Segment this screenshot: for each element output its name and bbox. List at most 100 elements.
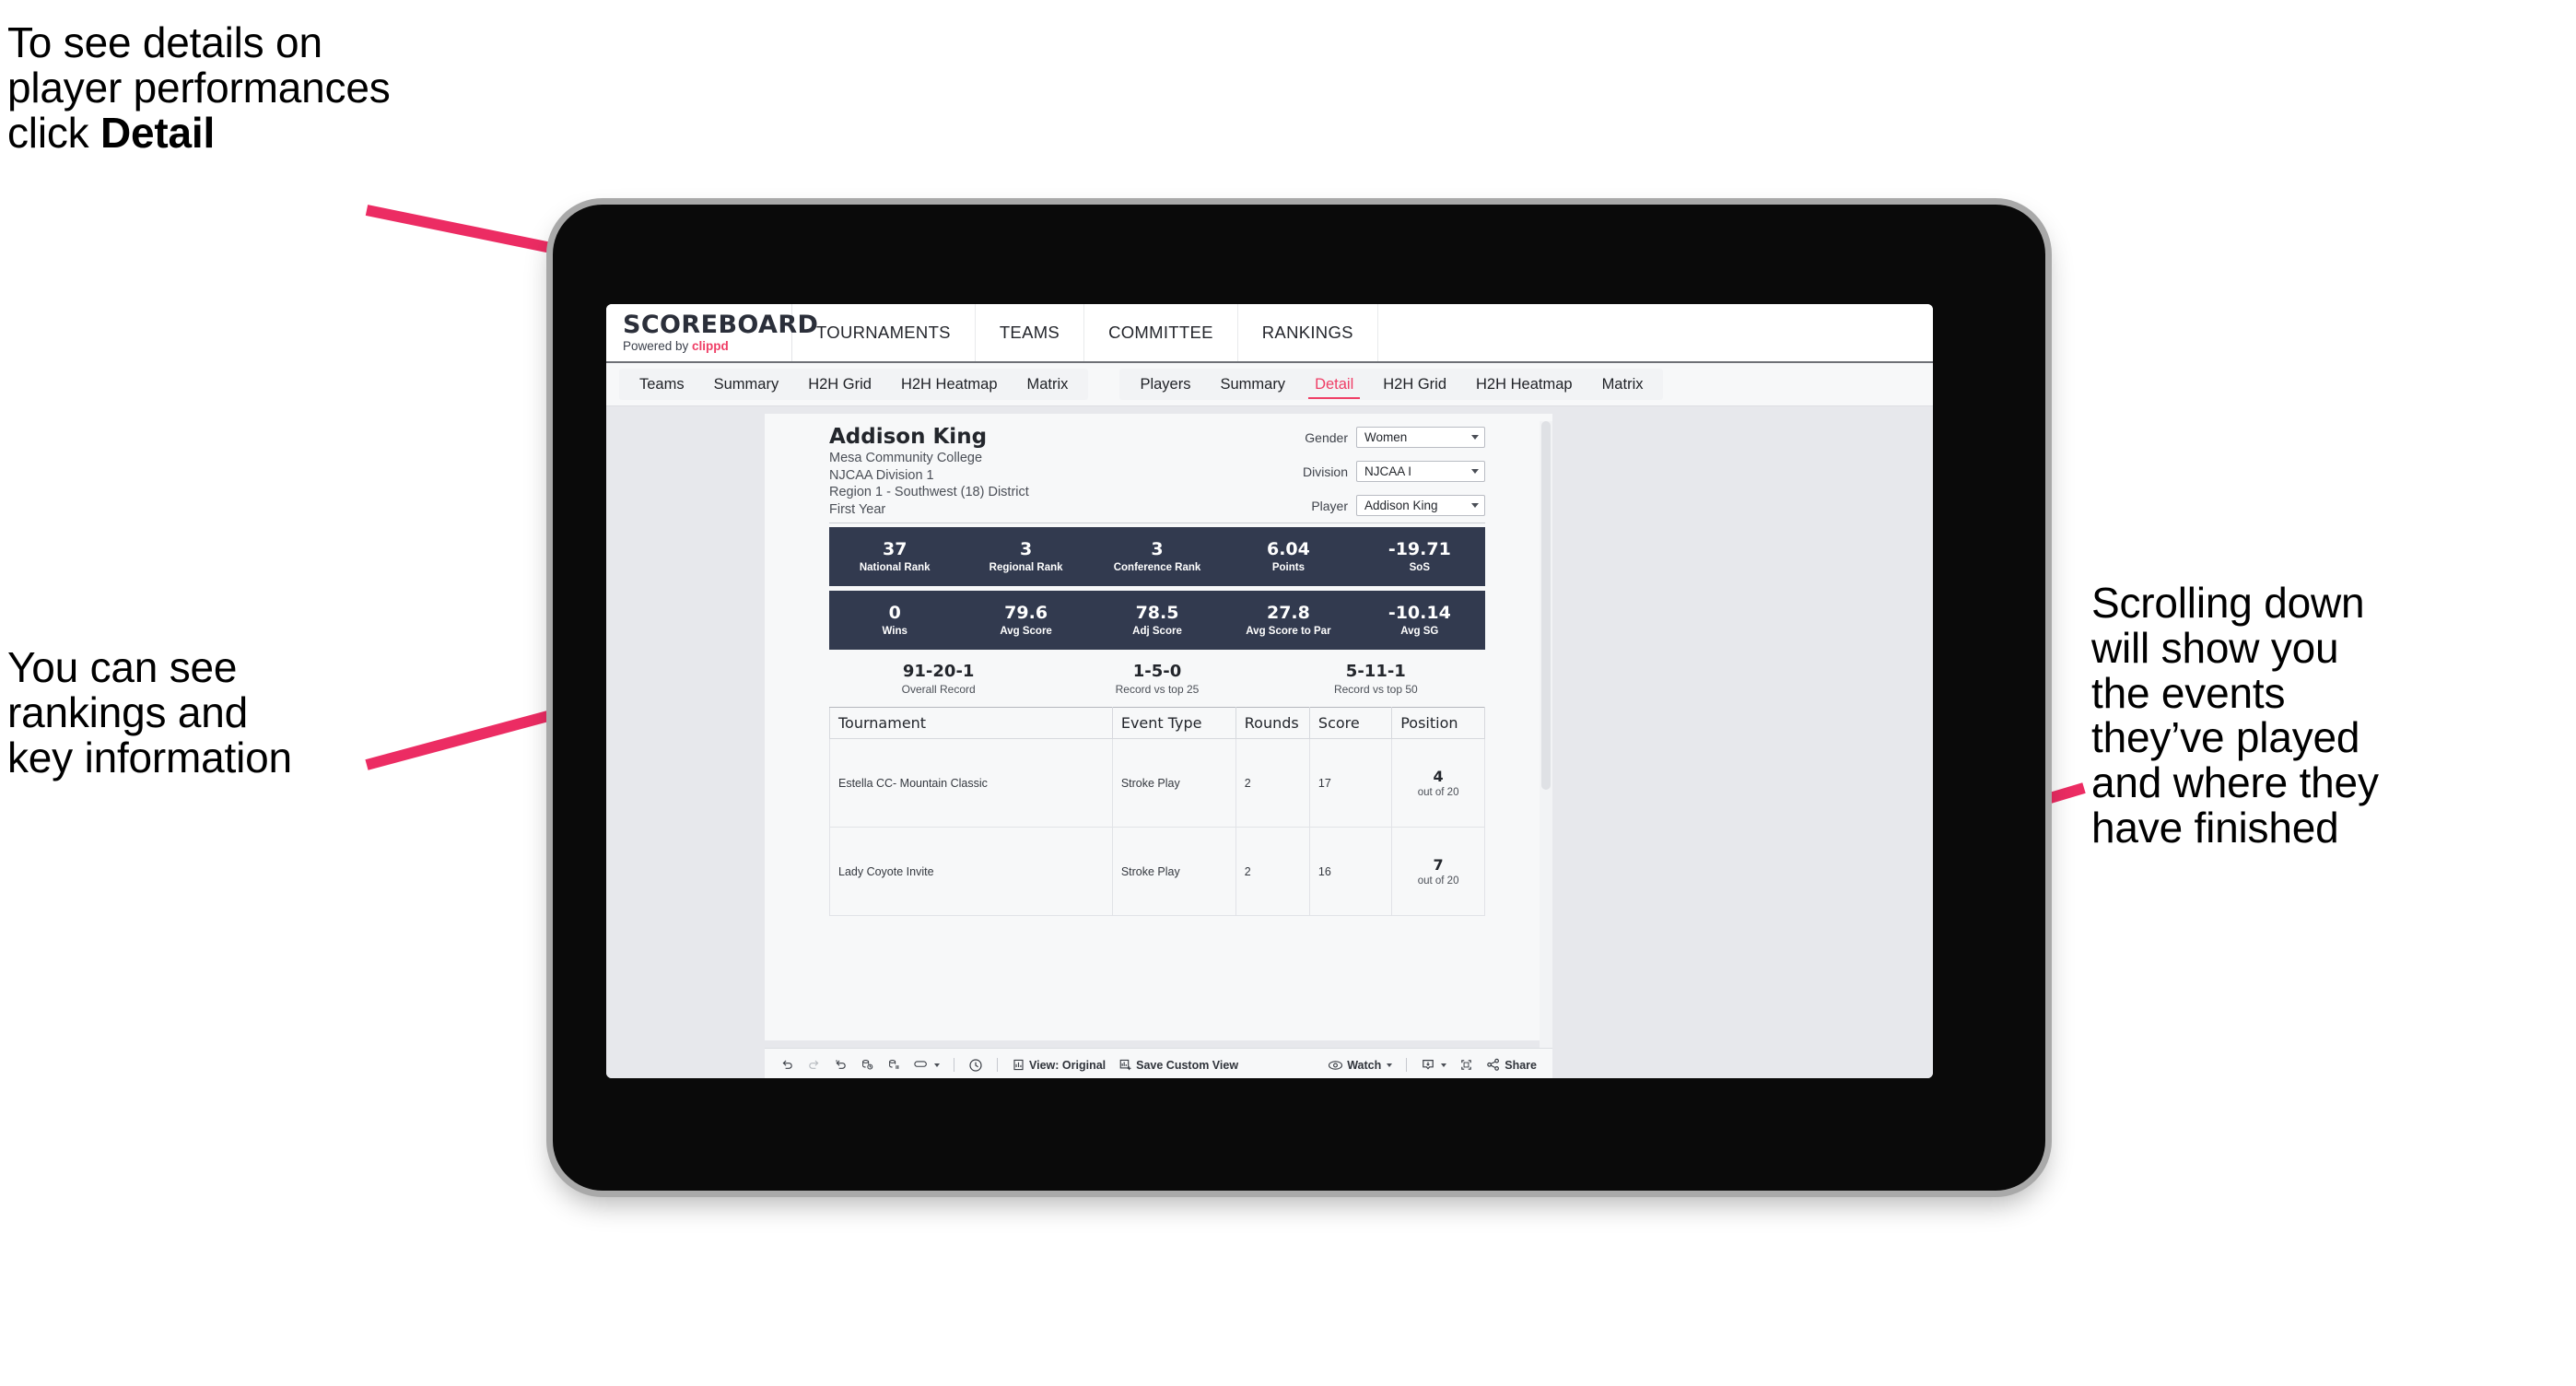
annotation-rankings-info: You can see rankings and key information: [7, 643, 292, 781]
col-header-rounds[interactable]: Rounds: [1235, 707, 1310, 740]
powered-by-prefix: Powered by: [623, 339, 693, 354]
stat-label: Adj Score: [1132, 626, 1182, 638]
filter-panel: Gender Women Division NJCAA I Player Add…: [1273, 427, 1485, 529]
stat-label: Avg Score to Par: [1246, 626, 1331, 638]
tab-teams-h2h-heatmap[interactable]: H2H Heatmap: [886, 369, 1013, 400]
dashboard-content: Addison King Mesa Community College NJCA…: [829, 425, 1485, 917]
stat-sos: -19.71 SoS: [1354, 540, 1485, 574]
tab-teams-h2h-grid[interactable]: H2H Grid: [793, 369, 886, 400]
player-header-block: Addison King Mesa Community College NJCA…: [829, 425, 1485, 524]
pause-refresh-button[interactable]: [962, 1054, 989, 1076]
top-menu-item-rankings[interactable]: RANKINGS: [1238, 304, 1378, 361]
stat-avg-sg: -10.14 Avg SG: [1354, 603, 1485, 638]
tab-players-detail[interactable]: Detail: [1300, 369, 1368, 400]
stat-regional-rank: 3 Regional Rank: [960, 539, 1091, 574]
tab-group-teams: Teams Summary H2H Grid H2H Heatmap Matri…: [619, 369, 1089, 400]
cell-position: 4 out of 20: [1391, 738, 1485, 828]
tab-players-h2h-heatmap[interactable]: H2H Heatmap: [1461, 369, 1587, 400]
cell-score: 16: [1308, 827, 1393, 917]
cell-position: 7 out of 20: [1391, 827, 1485, 917]
fullscreen-button[interactable]: [1453, 1054, 1480, 1076]
tab-players[interactable]: Players: [1125, 369, 1205, 400]
share-icon: [1486, 1058, 1501, 1072]
brand-title: SCOREBOARD: [623, 311, 819, 340]
stat-points: 6.04 Points: [1223, 540, 1353, 574]
record-vs-top-25: 1-5-0 Record vs top 25: [1048, 662, 1266, 697]
refresh-data-icon: [861, 1058, 874, 1072]
view-original-button[interactable]: View: Original: [1005, 1054, 1112, 1076]
save-custom-view-button[interactable]: Save Custom View: [1112, 1054, 1245, 1076]
tab-players-h2h-grid[interactable]: H2H Grid: [1368, 369, 1461, 400]
share-button[interactable]: Share: [1480, 1054, 1543, 1076]
cell-tournament: Estella CC- Mountain Classic: [829, 738, 1113, 828]
col-header-event-type[interactable]: Event Type: [1111, 707, 1236, 740]
toolbar-divider: [997, 1058, 998, 1072]
clippd-wordmark: clippd: [692, 339, 729, 354]
workspace: Addison King Mesa Community College NJCA…: [606, 406, 1933, 1078]
chevron-down-icon: [1471, 469, 1479, 474]
revert-button[interactable]: [827, 1054, 854, 1076]
pause-auto-update-button[interactable]: [907, 1054, 946, 1076]
table-row[interactable]: Lady Coyote Invite Stroke Play 2 16 7 ou…: [829, 827, 1485, 917]
watch-button[interactable]: Watch: [1321, 1054, 1399, 1076]
col-header-tournament[interactable]: Tournament: [829, 707, 1113, 740]
tab-teams-summary[interactable]: Summary: [699, 369, 794, 400]
tab-bar: Teams Summary H2H Grid H2H Heatmap Matri…: [606, 363, 1933, 406]
record-value: 5-11-1: [1345, 661, 1406, 681]
bottom-toolbar: View: Original Save Custom View Watch Sh…: [765, 1048, 1552, 1078]
annotation-detail-bold: Detail: [100, 108, 216, 157]
download-icon: [1421, 1058, 1435, 1073]
tab-teams-matrix[interactable]: Matrix: [1013, 369, 1083, 400]
brand-logo[interactable]: SCOREBOARD Powered by clippd: [606, 304, 819, 361]
stat-value: 3: [1151, 539, 1164, 560]
stat-label: Regional Rank: [989, 562, 1063, 574]
stat-value: 3: [1019, 539, 1033, 560]
col-header-score[interactable]: Score: [1308, 707, 1393, 740]
cell-event-type: Stroke Play: [1111, 738, 1236, 828]
redo-button[interactable]: [801, 1054, 827, 1076]
col-header-position[interactable]: Position: [1391, 707, 1485, 740]
pause-data-button[interactable]: [881, 1054, 907, 1076]
position-number: 7: [1433, 856, 1444, 875]
tab-players-summary[interactable]: Summary: [1205, 369, 1300, 400]
filter-select-player[interactable]: Addison King: [1356, 495, 1485, 516]
download-button[interactable]: [1414, 1054, 1453, 1076]
stat-value: -10.14: [1388, 603, 1451, 624]
eye-icon: [1328, 1059, 1343, 1072]
top-menu-item-teams[interactable]: TEAMS: [976, 304, 1085, 361]
refresh-data-button[interactable]: [854, 1054, 881, 1076]
watch-label: Watch: [1347, 1058, 1382, 1072]
table-row[interactable]: Estella CC- Mountain Classic Stroke Play…: [829, 738, 1485, 828]
pause-data-icon: [887, 1058, 901, 1072]
sheet-scrollbar-thumb[interactable]: [1541, 421, 1551, 790]
filter-label-player: Player: [1311, 498, 1348, 513]
stat-avg-score: 79.6 Avg Score: [960, 604, 1091, 638]
stat-bar-rankings: 37 National Rank 3 Regional Rank 3 Confe…: [829, 527, 1485, 587]
top-menu: TOURNAMENTS TEAMS COMMITTEE RANKINGS: [792, 304, 1378, 361]
position-out-of: out of 20: [1417, 786, 1459, 798]
stat-label: National Rank: [859, 562, 931, 574]
top-menu-item-tournaments[interactable]: TOURNAMENTS: [792, 304, 976, 361]
tab-players-matrix[interactable]: Matrix: [1587, 369, 1658, 400]
record-overall: 91-20-1 Overall Record: [829, 662, 1048, 697]
brand-powered-by: Powered by clippd: [623, 340, 791, 353]
cell-rounds: 2: [1235, 827, 1310, 917]
record-label: Record vs top 25: [1115, 683, 1200, 697]
filter-select-gender[interactable]: Women: [1356, 427, 1485, 448]
stat-label: SoS: [1409, 562, 1431, 574]
save-custom-view-label: Save Custom View: [1136, 1058, 1239, 1072]
stat-label: Avg Score: [1000, 626, 1052, 638]
annotation-click-detail: To see details on player performances cl…: [7, 20, 597, 155]
top-menu-item-committee[interactable]: COMMITTEE: [1084, 304, 1238, 361]
stat-avg-score-to-par: 27.8 Avg Score to Par: [1223, 604, 1353, 638]
view-original-icon: [1012, 1058, 1025, 1072]
undo-button[interactable]: [774, 1054, 801, 1076]
stat-national-rank: 37 National Rank: [829, 540, 960, 574]
annotation-scroll-events: Scrolling down will show you the events …: [2091, 579, 2379, 852]
stat-label: Conference Rank: [1113, 562, 1201, 574]
save-custom-view-icon: [1118, 1058, 1132, 1072]
sheet-scrollbar[interactable]: [1540, 421, 1552, 1048]
tab-teams[interactable]: Teams: [625, 369, 699, 400]
revert-icon: [834, 1058, 848, 1072]
filter-select-division[interactable]: NJCAA I: [1356, 461, 1485, 482]
